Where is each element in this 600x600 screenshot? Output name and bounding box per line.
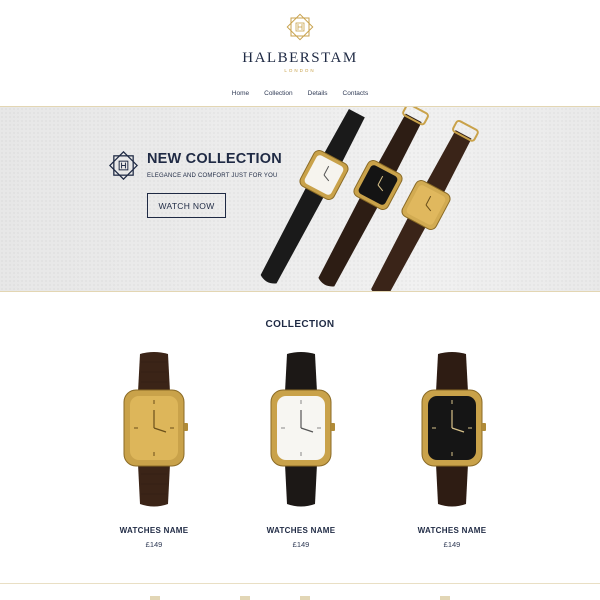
product-card[interactable]: WATCHES NAME £149: [392, 352, 512, 552]
hero-banner: NEW COLLECTION ELEGANCE AND COMFORT JUST…: [0, 106, 600, 292]
product-name[interactable]: WATCHES NAME: [241, 526, 361, 535]
nav-collection[interactable]: Collection: [264, 90, 293, 97]
brand-logo-icon[interactable]: [285, 12, 315, 42]
nav-home[interactable]: Home: [232, 90, 249, 97]
site-header: HALBERSTAM LONDON Home Collection Detail…: [0, 0, 600, 106]
product-name[interactable]: WATCHES NAME: [94, 526, 214, 535]
footer-divider: [0, 583, 600, 584]
main-nav: Home Collection Details Contacts: [0, 90, 600, 97]
brand-name: HALBERSTAM: [242, 50, 358, 66]
footer-icons-partial: [150, 596, 450, 600]
watch-white-image: [270, 352, 335, 507]
product-price: £149: [443, 540, 461, 549]
watch-black-image: [421, 352, 486, 507]
collection-title: COLLECTION: [265, 319, 335, 330]
product-name[interactable]: WATCHES NAME: [392, 526, 512, 535]
nav-details[interactable]: Details: [308, 90, 328, 97]
watch-gold-image: [123, 352, 188, 507]
product-card[interactable]: WATCHES NAME £149: [94, 352, 214, 552]
geometric-star-icon: [109, 151, 138, 180]
hero-watches-image: [260, 107, 479, 291]
hero-watch-white: [260, 108, 365, 284]
watch-now-button[interactable]: WATCH NOW: [147, 193, 226, 218]
nav-contacts[interactable]: Contacts: [343, 90, 369, 97]
brand-subtitle: LONDON: [284, 68, 316, 73]
product-card[interactable]: WATCHES NAME £149: [241, 352, 361, 552]
product-price: £149: [292, 540, 310, 549]
product-price: £149: [145, 540, 163, 549]
